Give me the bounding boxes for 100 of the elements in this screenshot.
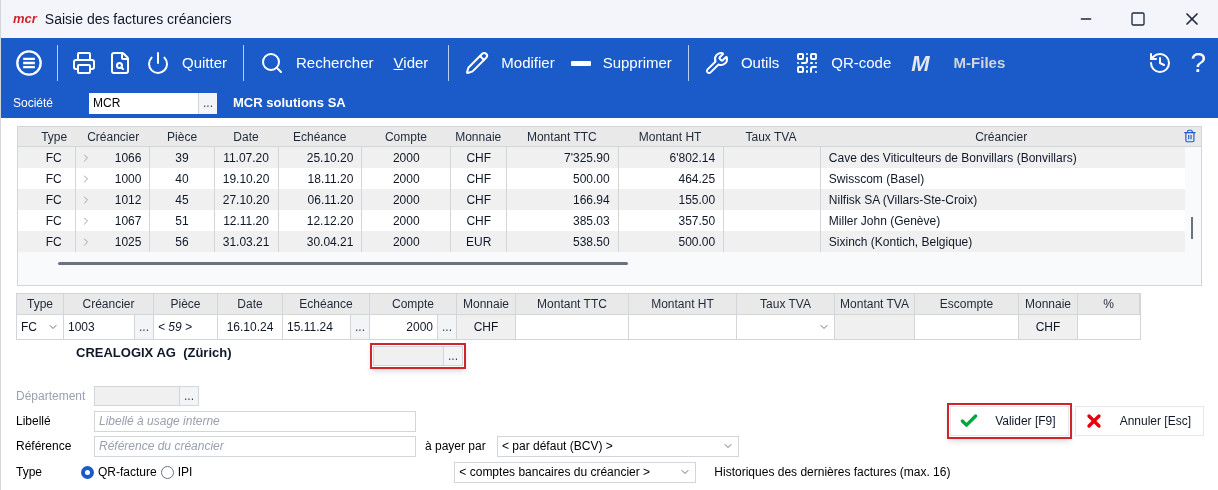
column-header: Montant HT — [629, 294, 737, 314]
column-header: Monnaie — [1019, 294, 1078, 314]
column-header: Monnaie — [457, 294, 516, 314]
column-header[interactable]: Compte — [361, 127, 451, 146]
table-cell-text: 56 — [175, 233, 189, 251]
help-button[interactable]: ? — [1182, 42, 1214, 84]
column-header[interactable]: Montant TTC — [506, 127, 618, 146]
toolbar-button[interactable]: Quitter — [138, 51, 235, 75]
power-icon — [146, 51, 170, 75]
column-header[interactable]: Montant HT — [617, 127, 723, 146]
table-cell-text: 2000 — [392, 170, 420, 188]
piece-field[interactable]: < 59 > — [154, 315, 218, 339]
bank-account-select[interactable]: < comptes bancaires du créancier > — [454, 461, 697, 483]
pay-by-label: à payer par — [425, 438, 487, 455]
column-header: Créancier — [64, 294, 154, 314]
browse-button[interactable]: ... — [443, 347, 462, 365]
account-field[interactable]: 2000 ... — [370, 315, 457, 339]
company-name: MCR solutions SA — [233, 94, 346, 113]
table-cell-text: FC — [45, 149, 62, 167]
printer-icon[interactable] — [72, 51, 96, 75]
table-cell-text: 39 — [175, 149, 189, 167]
vertical-scrollbar[interactable] — [1191, 217, 1193, 239]
table-cell-text: 1025 — [114, 233, 142, 251]
company-label: Société — [13, 95, 54, 112]
radio-option[interactable]: QR-facture — [81, 463, 157, 481]
column-header[interactable]: Créancier — [76, 127, 151, 146]
table-cell-text: 19.10.20 — [222, 170, 270, 188]
validate-button[interactable]: Valider [F9] — [950, 406, 1069, 436]
table-cell-text: FC — [45, 212, 62, 230]
table-cell-text: 166.94 — [573, 191, 610, 209]
label-field[interactable]: Libellé à usage interne — [94, 410, 416, 432]
table-cell-text: CHF — [466, 212, 492, 230]
column-header[interactable]: Créancier — [819, 127, 1184, 146]
logo-button[interactable]: M — [899, 46, 942, 80]
account-field[interactable]: ... — [373, 346, 463, 366]
column-header: Compte — [370, 294, 457, 314]
table-cell-text: EUR — [466, 233, 492, 251]
table-cell-text: FC — [45, 191, 62, 209]
radio-button[interactable] — [81, 465, 94, 479]
pencil-icon — [465, 51, 490, 75]
browse-button[interactable]: ... — [437, 315, 456, 339]
table-cell-text: 12.11.20 — [223, 212, 269, 230]
table-cell-text: CHF — [466, 191, 492, 209]
table-cell-text: 31.03.21 — [222, 233, 270, 251]
column-header[interactable]: Pièce — [150, 127, 215, 146]
menu-icon[interactable] — [15, 49, 43, 77]
column-header[interactable]: Type — [32, 127, 77, 146]
table-cell-text: Sixinch (Kontich, Belgique) — [828, 233, 973, 251]
toolbar-button[interactable]: QR-code — [787, 51, 900, 75]
creditor-field[interactable]: 1003 ... — [64, 315, 154, 339]
creditor-name: CREALOGIX AG (Zürich) — [76, 344, 233, 362]
wrench-icon — [704, 51, 729, 75]
horizontal-scrollbar[interactable] — [58, 262, 628, 265]
reference-field[interactable]: Référence du créancier — [94, 435, 416, 457]
table-cell-text: Swisscom (Basel) — [828, 170, 925, 188]
column-header: % — [1078, 294, 1140, 314]
table-cell-text: 40 — [175, 170, 189, 188]
table-cell-text: 2000 — [392, 233, 420, 251]
table-cell-text: 357.50 — [678, 212, 716, 230]
column-header[interactable]: Taux TVA — [722, 127, 820, 146]
minus-icon — [570, 60, 591, 66]
table-cell-text: 155.00 — [678, 191, 716, 209]
table-cell-text: CHF — [466, 170, 492, 188]
column-header: Date — [218, 294, 283, 314]
table-cell-text: 385.03 — [573, 212, 610, 230]
browse-button[interactable]: ... — [134, 315, 153, 339]
due-date-field[interactable]: 15.11.24 ... — [283, 315, 370, 339]
company-field[interactable]: MCR ... — [89, 92, 218, 114]
toolbar-button[interactable]: Vider — [381, 51, 441, 75]
table-cell-text: 1067 — [114, 212, 142, 230]
cancel-button[interactable]: Annuler [Esc] — [1074, 406, 1204, 436]
history-icon[interactable] — [1148, 51, 1173, 75]
table-cell-text: 538.50 — [573, 233, 610, 251]
toolbar-button[interactable]: Modifier — [457, 51, 563, 75]
column-header: Escompte — [915, 294, 1019, 314]
type-select[interactable]: FC — [17, 315, 64, 339]
toolbar-button[interactable]: Supprimer — [562, 51, 680, 75]
table-cell-text: 06.11.20 — [307, 191, 354, 209]
table-cell-text: 45 — [175, 191, 189, 209]
browse-button[interactable]: ... — [198, 92, 218, 114]
column-header[interactable]: Monnaie — [450, 127, 507, 146]
pay-by-select[interactable]: < par défaut (BCV) > — [497, 435, 739, 457]
table-cell-text: Miller John (Genève) — [828, 212, 941, 230]
radio-option[interactable]: IPI — [160, 463, 193, 481]
column-header[interactable]: Date — [214, 127, 278, 146]
history-label: Historiques des dernières factures (max. 16) — [714, 464, 951, 481]
toolbar-button[interactable]: Rechercher — [252, 51, 382, 75]
search-icon — [260, 51, 284, 75]
table-cell-text: 6'802.14 — [669, 149, 716, 167]
toolbar-button[interactable]: Outils — [696, 51, 788, 75]
browse-button[interactable]: ... — [350, 315, 369, 339]
currency-cell: CHF — [1019, 315, 1078, 339]
table-cell-text: Nilfisk SA (Villars-Ste-Croix) — [828, 191, 978, 209]
column-header[interactable]: Echéance — [278, 127, 362, 146]
table-cell-text: 2000 — [392, 191, 420, 209]
preview-icon[interactable] — [108, 51, 132, 75]
table-cell-text: 18.11.20 — [307, 170, 354, 188]
date-field[interactable]: 16.10.24 — [218, 315, 283, 339]
maximize-icon[interactable] — [1130, 11, 1146, 27]
department-label: Département — [16, 388, 87, 405]
